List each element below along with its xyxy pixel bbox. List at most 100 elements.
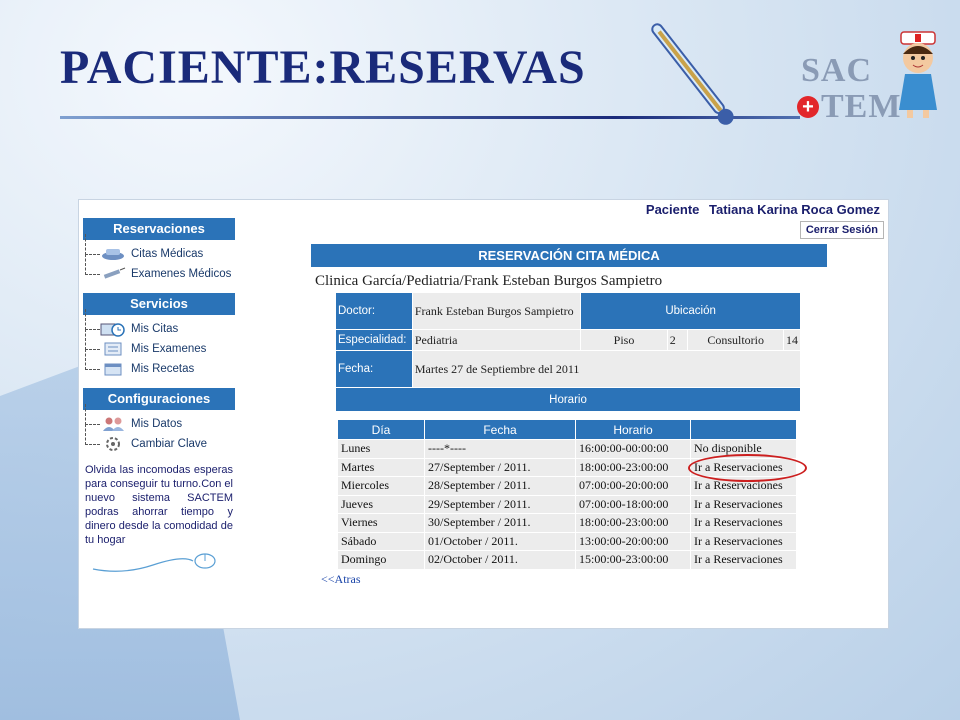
sidebar-item-label: Mis Citas xyxy=(131,323,179,335)
sidebar-item-label: Mis Examenes xyxy=(131,343,207,355)
sidebar-group-reservaciones: Reservaciones Citas Médicas Examenes Méd… xyxy=(83,218,235,284)
sidebar-item-citas-medicas[interactable]: Citas Médicas xyxy=(83,234,235,264)
floor-value: 2 xyxy=(666,329,689,351)
sidebar-item-mis-examenes[interactable]: Mis Examenes xyxy=(83,329,235,359)
logo-text-bottom: TEM xyxy=(821,88,902,125)
row-date: 30/September / 2011. xyxy=(424,513,576,533)
user-role-label: Paciente xyxy=(645,202,700,217)
row-date: 02/October / 2011. xyxy=(424,550,576,570)
logo-cross-icon: + xyxy=(797,96,819,118)
row-date: 28/September / 2011. xyxy=(424,476,576,496)
thermometer-icon xyxy=(651,23,734,125)
app-screenshot: Paciente Tatiana Karina Roca Gomez Cerra… xyxy=(78,199,889,629)
nurse-icon xyxy=(899,31,937,118)
specialty-value: Pediatria xyxy=(411,329,582,351)
sidebar-item-mis-recetas[interactable]: Mis Recetas xyxy=(83,349,235,379)
sidebar-item-label: Examenes Médicos xyxy=(131,268,232,280)
sidebar-header: Reservaciones xyxy=(83,218,235,240)
row-date: 29/September / 2011. xyxy=(424,494,576,514)
clock-icon xyxy=(99,321,127,337)
reservation-header: RESERVACIÓN CITA MÉDICA xyxy=(311,244,827,267)
schedule-table: Día Fecha Horario Lunes ----*---- 16:00:… xyxy=(337,419,807,570)
key-icon xyxy=(99,436,127,452)
table-row: Domingo 02/October / 2011. 15:00:00-23:0… xyxy=(337,550,797,570)
row-day: Jueves xyxy=(337,494,425,514)
sidebar-item-label: Citas Médicas xyxy=(131,248,204,260)
row-hours: 16:00:00-00:00:00 xyxy=(575,439,691,459)
user-name: Tatiana Karina Roca Gomez xyxy=(709,202,880,217)
logout-button[interactable]: Cerrar Sesión xyxy=(799,221,884,239)
slide-title: PACIENTE:RESERVAS xyxy=(60,41,586,94)
sidebar-item-examenes-medicos[interactable]: Examenes Médicos xyxy=(83,254,235,284)
table-row: Jueves 29/September / 2011. 07:00:00-18:… xyxy=(337,494,797,514)
row-hours: 07:00:00-18:00:00 xyxy=(575,494,691,514)
column-header-date: Fecha xyxy=(424,419,576,440)
office-label: Consultorio xyxy=(687,329,784,351)
row-date: 27/September / 2011. xyxy=(424,457,576,477)
sidebar-item-cambiar-clave[interactable]: Cambiar Clave xyxy=(83,424,235,454)
user-bar: Paciente Tatiana Karina Roca Gomez xyxy=(640,202,880,217)
table-row: Sábado 01/October / 2011. 13:00:00-20:00… xyxy=(337,531,797,551)
sidebar-item-label: Cambiar Clave xyxy=(131,438,208,450)
reserve-link[interactable]: Ir a Reservaciones xyxy=(688,453,807,482)
mouse-doodle-icon xyxy=(92,553,216,572)
specialty-label: Especialidad: xyxy=(335,329,413,351)
reserve-link[interactable]: Ir a Reservaciones xyxy=(690,494,797,514)
appointment-icon xyxy=(99,246,127,262)
sidebar-header: Configuraciones xyxy=(83,388,235,410)
users-icon xyxy=(99,416,127,432)
logo-text-top: SAC xyxy=(801,52,873,89)
office-value: 14 xyxy=(783,329,801,351)
sidebar-item-label: Mis Datos xyxy=(131,418,183,430)
sidebar: Reservaciones Citas Médicas Examenes Méd… xyxy=(83,218,235,582)
table-row: Martes 27/September / 2011. 18:00:00-23:… xyxy=(337,453,807,482)
row-hours: 18:00:00-23:00:00 xyxy=(575,513,691,533)
location-label: Ubicación xyxy=(580,292,801,330)
sidebar-item-label: Mis Recetas xyxy=(131,363,195,375)
row-date: ----*---- xyxy=(424,439,576,459)
appointment-info-table: Doctor: Frank Esteban Burgos Sampietro U… xyxy=(335,292,802,412)
column-header-action xyxy=(690,419,797,440)
table-row: Viernes 30/September / 2011. 18:00:00-23… xyxy=(337,513,797,533)
doctor-value: Frank Esteban Burgos Sampietro xyxy=(411,292,582,330)
sidebar-item-mis-citas[interactable]: Mis Citas xyxy=(83,309,235,339)
clinic-breadcrumb: Clinica García/Pediatria/Frank Esteban B… xyxy=(315,273,663,289)
row-day: Miercoles xyxy=(337,476,425,496)
promo-note: Olvida las incomodas esperas para conseg… xyxy=(85,464,233,546)
row-hours: 07:00:00-20:00:00 xyxy=(575,476,691,496)
date-label: Fecha: xyxy=(335,350,413,388)
row-hours: 13:00:00-20:00:00 xyxy=(575,531,691,551)
floor-label: Piso xyxy=(580,329,668,351)
sidebar-group-configuraciones: Configuraciones Mis Datos Cambiar Clave xyxy=(83,388,235,454)
row-status: No disponible xyxy=(690,439,797,459)
sactem-logo: SAC + TEM xyxy=(795,30,945,130)
sidebar-group-servicios: Servicios Mis Citas Mis Examenes Mis Rec… xyxy=(83,293,235,379)
exam-icon xyxy=(99,341,127,357)
row-date: 01/October / 2011. xyxy=(424,531,576,551)
date-value: Martes 27 de Septiembre del 2011 xyxy=(411,350,802,388)
reserve-link[interactable]: Ir a Reservaciones xyxy=(690,476,797,496)
reserve-link[interactable]: Ir a Reservaciones xyxy=(690,513,797,533)
back-link[interactable]: <<Atras xyxy=(321,572,827,587)
reserve-link[interactable]: Ir a Reservaciones xyxy=(690,531,797,551)
row-hours: 15:00:00-23:00:00 xyxy=(575,550,691,570)
table-row: Miercoles 28/September / 2011. 07:00:00-… xyxy=(337,476,797,496)
row-day: Lunes xyxy=(337,439,425,459)
row-day: Domingo xyxy=(337,550,425,570)
row-day: Martes xyxy=(337,457,425,477)
column-header-day: Día xyxy=(337,419,425,440)
prescription-icon xyxy=(99,361,127,377)
title-underline xyxy=(60,116,800,119)
reservation-panel: RESERVACIÓN CITA MÉDICA Clinica García/P… xyxy=(311,244,827,587)
schedule-label: Horario xyxy=(335,387,801,412)
doctor-label: Doctor: xyxy=(335,292,413,330)
reserve-link-label: Ir a Reservaciones xyxy=(694,459,783,474)
row-hours: 18:00:00-23:00:00 xyxy=(575,457,691,477)
column-header-hours: Horario xyxy=(575,419,691,440)
reserve-link-cell: Ir a Reservaciones xyxy=(688,453,807,482)
sidebar-header: Servicios xyxy=(83,293,235,315)
table-row: Lunes ----*---- 16:00:00-00:00:00 No dis… xyxy=(337,439,797,459)
sidebar-item-mis-datos[interactable]: Mis Datos xyxy=(83,404,235,434)
reserve-link[interactable]: Ir a Reservaciones xyxy=(690,550,797,570)
row-day: Viernes xyxy=(337,513,425,533)
